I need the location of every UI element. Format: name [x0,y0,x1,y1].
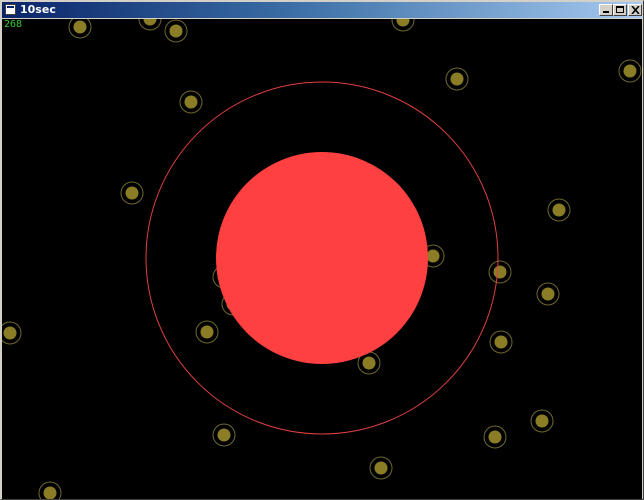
enemy-dot-core [623,64,637,78]
enemy-dot-core [3,326,17,340]
minimize-button[interactable] [599,4,613,16]
enemy-dot-core [541,287,555,301]
enemy-dot-core [535,414,549,428]
enemy-dot [38,481,62,499]
enemy-dot [120,181,144,205]
enemy-dot-core [73,20,87,34]
enemy-dot-core [217,428,231,442]
enemy-dot-core [493,265,507,279]
enemy-dot [195,320,219,344]
game-canvas[interactable]: 268 [2,19,642,499]
enemy-dot-core [426,249,440,263]
enemy-dot-core [396,19,410,27]
enemy-dot [445,67,469,91]
enemy-dot [391,19,415,32]
enemy-dot [488,260,512,284]
enemy-dot [536,282,560,306]
enemy-dot [212,423,236,447]
enemy-dot-core [552,203,566,217]
enemy-dot [547,198,571,222]
enemy-dot [618,59,642,83]
enemy-dot [68,19,92,39]
game-field [2,19,642,499]
player-core [216,152,428,364]
close-icon [631,6,640,14]
enemy-dot-core [184,95,198,109]
enemy-dot [164,19,188,43]
close-button[interactable] [628,4,642,16]
app-icon[interactable] [5,4,16,15]
enemy-dot-core [450,72,464,86]
enemy-dot-core [43,486,57,499]
enemy-dot-core [374,461,388,475]
enemy-dot [179,90,203,114]
window-title: 10sec [20,3,56,16]
enemy-dot [2,321,22,345]
enemy-dot-core [488,430,502,444]
enemy-dot [138,19,162,31]
app-window: 10sec 268 [0,0,644,500]
enemy-dot-core [125,186,139,200]
enemy-dot-core [143,19,157,26]
enemy-dot [530,409,554,433]
enemy-dot-core [169,24,183,38]
enemy-dot-core [200,325,214,339]
title-bar[interactable]: 10sec [2,2,642,18]
enemy-dot [369,456,393,480]
enemy-dot [489,330,513,354]
enemy-dot [483,425,507,449]
maximize-button[interactable] [613,4,627,16]
score-counter: 268 [4,19,23,30]
enemy-dot-core [362,356,376,370]
enemy-dot-core [494,335,508,349]
